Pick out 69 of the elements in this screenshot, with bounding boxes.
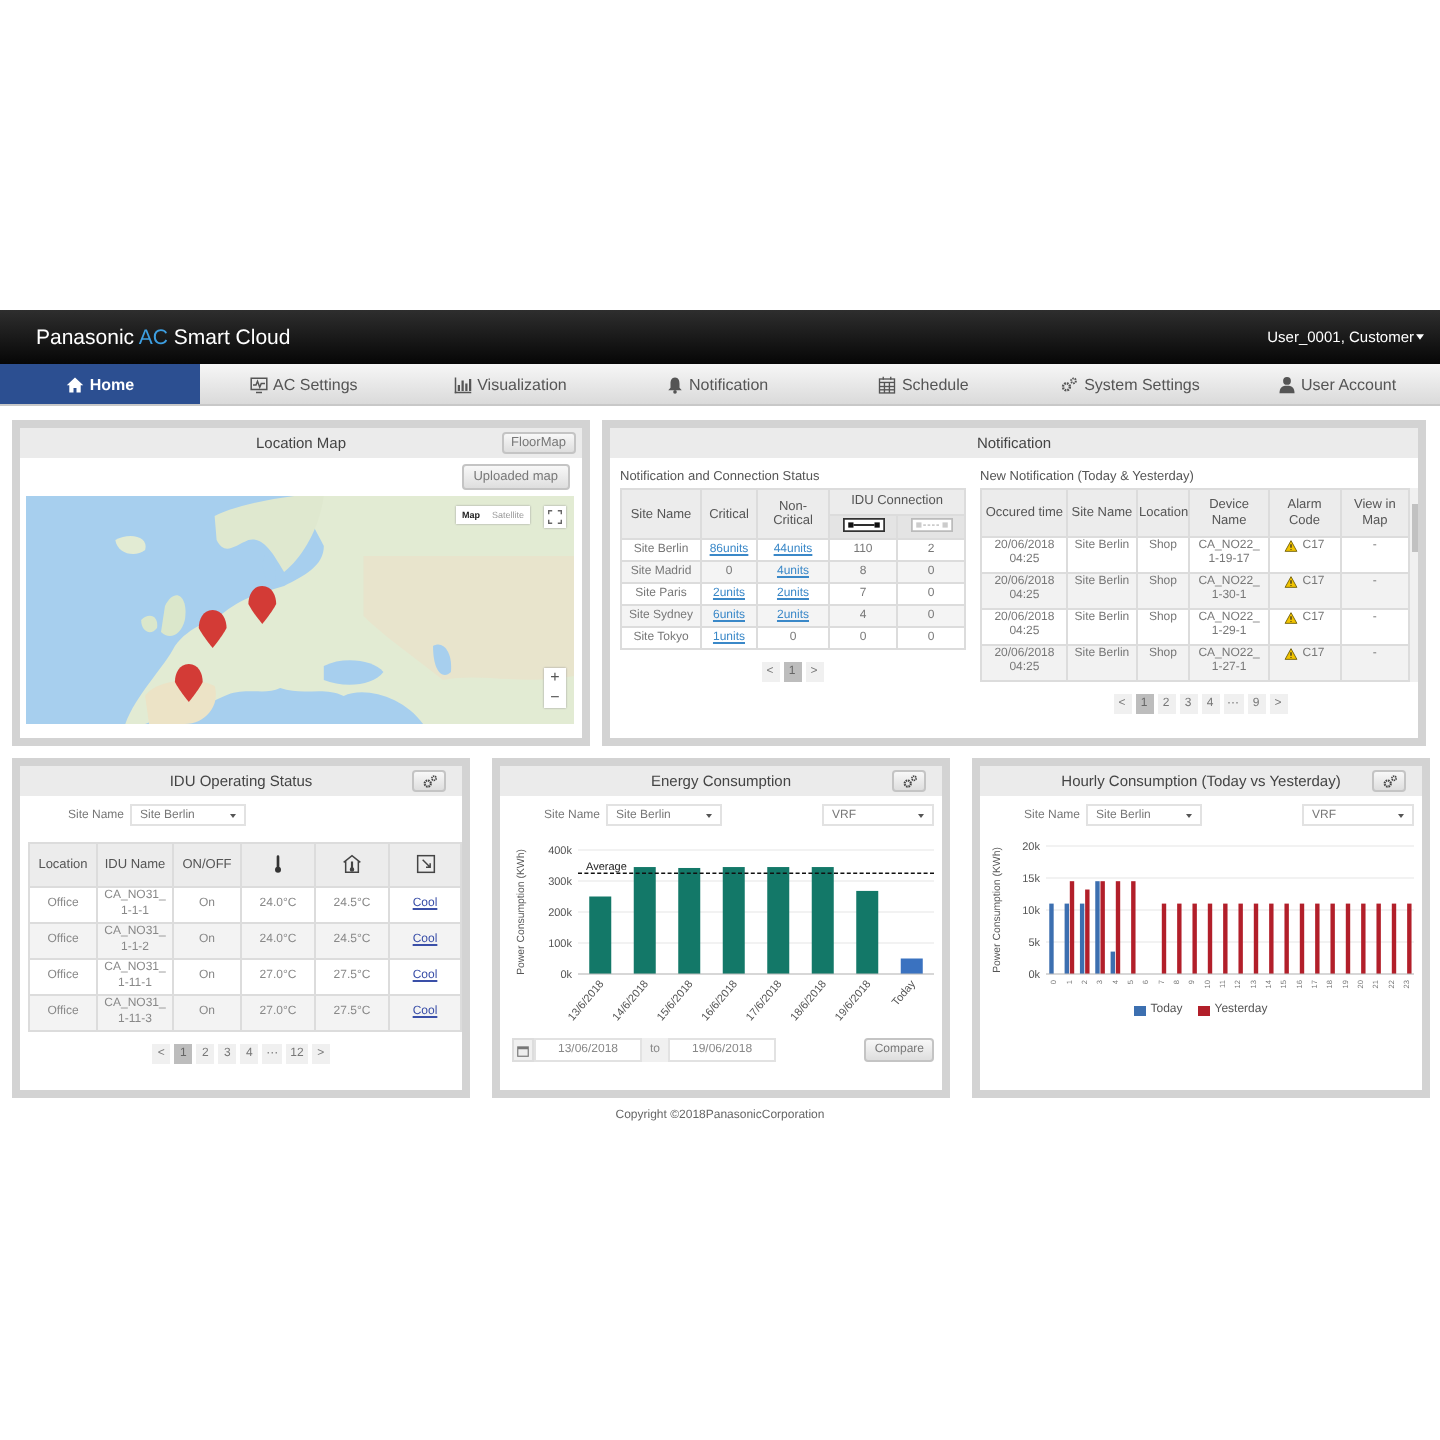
caret-icon — [230, 813, 237, 817]
zoom-in-button[interactable]: + — [544, 668, 566, 688]
bar — [1253, 903, 1259, 974]
nav-tab[interactable]: Notification — [613, 364, 820, 404]
nav-tab[interactable]: Visualization — [406, 364, 614, 404]
bar — [856, 890, 879, 974]
disconnected-icon — [909, 517, 953, 532]
calendar-icon — [877, 375, 896, 393]
bar — [1238, 903, 1243, 974]
scrollbar[interactable] — [1410, 488, 1418, 682]
mode-icon — [415, 853, 435, 873]
nav-tab[interactable]: Schedule — [819, 364, 1027, 404]
nav-tab[interactable]: User Account — [1233, 364, 1440, 404]
bar — [1269, 903, 1274, 974]
bar — [1330, 903, 1335, 974]
bar — [1391, 903, 1397, 974]
settings-icon — [901, 773, 917, 789]
bar — [722, 867, 745, 974]
calendar-button[interactable] — [512, 1038, 534, 1062]
nav-tab[interactable]: System Settings — [1026, 364, 1234, 404]
caret-icon — [706, 813, 713, 817]
nav-tab[interactable]: AC Settings — [200, 364, 407, 404]
settings-button[interactable] — [892, 770, 926, 792]
settings-button[interactable] — [1372, 770, 1406, 792]
bar — [1315, 903, 1320, 974]
connected-icon — [841, 517, 885, 532]
settings-icon — [421, 773, 437, 789]
settings-button[interactable] — [412, 770, 446, 792]
app-title: Panasonic AC Smart Cloud — [36, 325, 291, 349]
bar — [1361, 903, 1366, 974]
bar — [1131, 881, 1136, 974]
bar — [767, 867, 790, 974]
caret-icon — [918, 813, 924, 817]
caret-icon — [1416, 334, 1424, 340]
warning-icon — [1284, 576, 1299, 589]
nav-tab[interactable]: Home — [0, 364, 200, 404]
bar — [678, 868, 701, 974]
bar — [1049, 903, 1054, 974]
settings-icon — [1381, 773, 1397, 789]
zoom-out-button[interactable]: − — [544, 688, 566, 708]
warning-icon — [1284, 612, 1299, 625]
bar — [1207, 903, 1213, 974]
warning-icon — [1284, 648, 1299, 661]
gears-icon — [1060, 375, 1079, 393]
bar — [1177, 903, 1182, 974]
caret-icon — [1398, 813, 1404, 817]
caret-icon — [1186, 813, 1193, 817]
calendar-icon — [516, 1043, 530, 1057]
bar — [1223, 903, 1228, 974]
fullscreen-button[interactable] — [544, 506, 566, 528]
bar — [1284, 903, 1289, 974]
bar — [900, 958, 923, 974]
warning-icon — [1284, 540, 1299, 553]
user-icon — [1277, 375, 1296, 393]
bar — [1376, 903, 1381, 974]
bar — [1299, 903, 1305, 974]
monitor-icon — [249, 375, 268, 393]
bar-chart-icon — [453, 375, 472, 393]
bar — [1345, 903, 1351, 974]
fullscreen-icon — [548, 510, 562, 524]
bar — [1407, 903, 1412, 974]
bar — [589, 896, 612, 974]
house-thermometer-icon — [342, 853, 362, 873]
bell-icon — [665, 375, 684, 393]
bar — [1192, 903, 1197, 974]
home-icon — [65, 375, 84, 393]
bar — [811, 867, 834, 974]
bar — [633, 867, 656, 974]
bar — [1161, 903, 1167, 974]
